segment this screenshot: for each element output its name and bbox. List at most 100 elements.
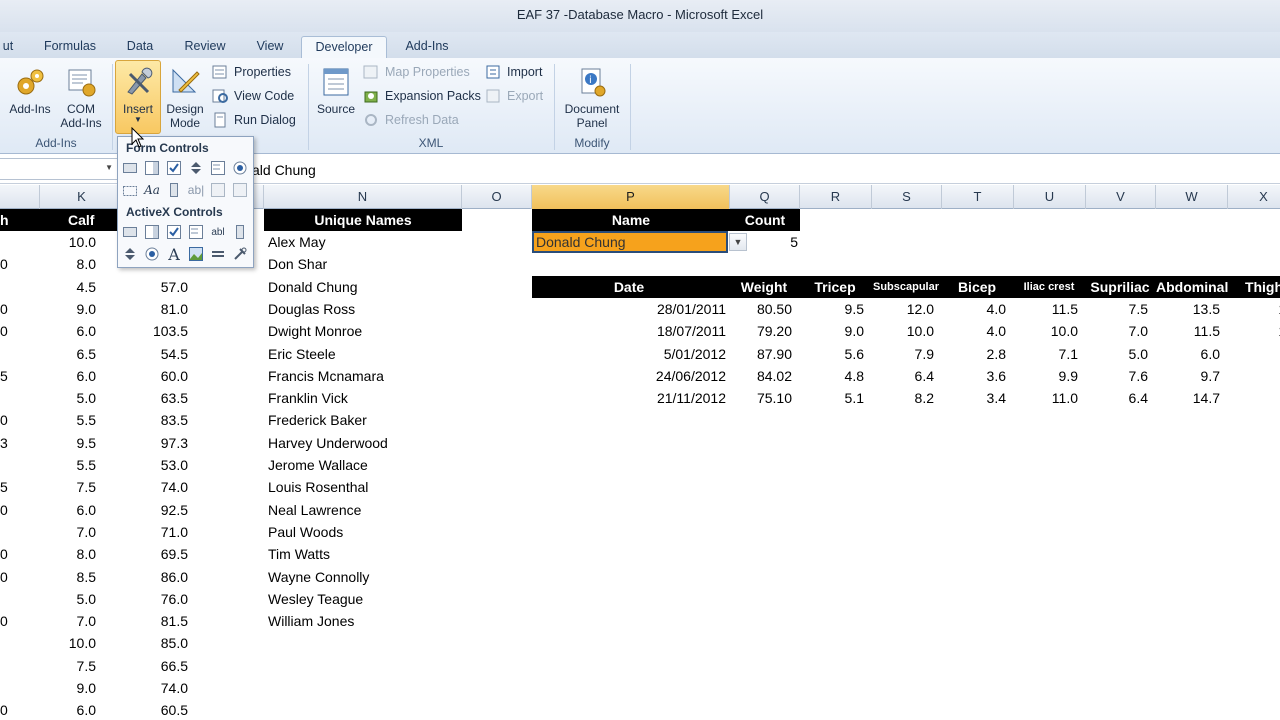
run-dialog-button[interactable]: Run Dialog xyxy=(212,111,296,129)
column-header-v[interactable]: V xyxy=(1086,185,1156,209)
option-button-icon[interactable] xyxy=(231,159,249,177)
records-cell[interactable]: 75.10 xyxy=(730,387,792,409)
view-code-button[interactable]: View Code xyxy=(212,87,294,105)
records-cell[interactable]: 4.0 xyxy=(942,298,1006,320)
records-cell[interactable]: 8.2 xyxy=(872,387,934,409)
column-m-cell[interactable]: 53.0 xyxy=(124,454,188,476)
records-cell[interactable]: 7.0 xyxy=(1086,320,1148,342)
records-cell[interactable]: 14 xyxy=(1228,298,1280,320)
partial-cell[interactable] xyxy=(0,231,6,253)
design-mode-button[interactable]: Design Mode xyxy=(162,66,208,130)
calf-cell[interactable]: 5.0 xyxy=(40,588,96,610)
partial-cell[interactable]: 0 xyxy=(0,499,8,521)
worksheet-grid[interactable]: h Calf Unique Names Name Count 10.0 0 8.0 4… xyxy=(0,209,1280,720)
column-m-cell[interactable]: 76.0 xyxy=(124,588,188,610)
records-cell[interactable]: 10.0 xyxy=(1014,320,1078,342)
unique-name-cell[interactable]: Don Shar xyxy=(268,253,327,275)
partial-cell[interactable] xyxy=(0,387,6,409)
records-cell[interactable]: 7.5 xyxy=(1086,298,1148,320)
records-cell[interactable]: 12 xyxy=(1228,320,1280,342)
unique-name-cell[interactable]: Louis Rosenthal xyxy=(268,476,368,498)
records-cell[interactable]: 14.7 xyxy=(1156,387,1220,409)
partial-cell[interactable] xyxy=(0,454,6,476)
tab-review[interactable]: Review xyxy=(178,36,232,58)
activex-label-icon[interactable]: A xyxy=(165,245,183,264)
source-button[interactable]: Source xyxy=(314,66,358,116)
calf-cell[interactable]: 6.5 xyxy=(40,343,96,365)
unique-name-cell[interactable]: Dwight Monroe xyxy=(268,320,362,342)
column-m-cell[interactable]: 69.5 xyxy=(124,543,188,565)
column-m-cell[interactable]: 74.0 xyxy=(124,476,188,498)
calf-cell[interactable]: 9.0 xyxy=(40,298,96,320)
records-cell[interactable]: 84.02 xyxy=(730,365,792,387)
records-cell[interactable]: 3.4 xyxy=(942,387,1006,409)
calf-cell[interactable]: 5.5 xyxy=(40,409,96,431)
combo-list-icon[interactable] xyxy=(209,181,227,199)
unique-name-cell[interactable]: Alex May xyxy=(268,231,326,253)
records-cell[interactable]: 5.0 xyxy=(1086,343,1148,365)
calf-cell[interactable]: 6.0 xyxy=(40,499,96,521)
partial-cell[interactable]: 0 xyxy=(0,699,8,720)
records-cell[interactable]: 7.6 xyxy=(1086,365,1148,387)
activex-spin-icon[interactable] xyxy=(121,245,139,263)
list-box-icon[interactable] xyxy=(209,159,227,177)
records-cell[interactable]: 24/06/2012 xyxy=(532,365,726,387)
unique-name-cell[interactable]: Tim Watts xyxy=(268,543,330,565)
calf-cell[interactable]: 5.5 xyxy=(40,454,96,476)
records-cell[interactable]: 7.9 xyxy=(872,343,934,365)
insert-controls-button[interactable]: Insert ▼ xyxy=(116,66,160,124)
more-controls-icon[interactable] xyxy=(231,245,249,263)
partial-cell[interactable] xyxy=(0,677,6,699)
combo-box-icon[interactable] xyxy=(143,159,161,177)
column-m-cell[interactable]: 60.0 xyxy=(124,365,188,387)
calf-cell[interactable]: 8.0 xyxy=(40,253,96,275)
scroll-bar-icon[interactable] xyxy=(165,181,183,199)
calf-cell[interactable]: 7.0 xyxy=(40,521,96,543)
unique-name-cell[interactable]: Wesley Teague xyxy=(268,588,363,610)
activex-toggle-icon[interactable] xyxy=(209,245,227,263)
calf-cell[interactable]: 6.0 xyxy=(40,320,96,342)
records-cell[interactable]: 9.5 xyxy=(800,298,864,320)
column-m-cell[interactable]: 85.0 xyxy=(124,632,188,654)
column-m-cell[interactable]: 74.0 xyxy=(124,677,188,699)
column-m-cell[interactable]: 54.5 xyxy=(124,343,188,365)
records-cell[interactable]: 21/11/2012 xyxy=(532,387,726,409)
activex-check-icon[interactable] xyxy=(165,223,183,241)
text-field-icon[interactable]: ab| xyxy=(187,181,205,199)
records-cell[interactable]: 12.0 xyxy=(872,298,934,320)
column-header-p[interactable]: P xyxy=(532,185,730,209)
calf-cell[interactable]: 6.0 xyxy=(40,699,96,720)
records-cell[interactable]: 6.4 xyxy=(1086,387,1148,409)
calf-cell[interactable]: 8.0 xyxy=(40,543,96,565)
records-cell[interactable]: 6.4 xyxy=(872,365,934,387)
unique-name-cell[interactable]: Jerome Wallace xyxy=(268,454,368,476)
records-cell[interactable]: 11.0 xyxy=(1014,387,1078,409)
tab-add-ins[interactable]: Add-Ins xyxy=(398,36,456,58)
column-header-n[interactable]: N xyxy=(264,185,462,209)
column-header-t[interactable]: T xyxy=(942,185,1014,209)
partial-cell[interactable] xyxy=(0,632,6,654)
column-m-cell[interactable]: 63.5 xyxy=(124,387,188,409)
formula-input[interactable]: ald Chung xyxy=(252,160,316,180)
unique-name-cell[interactable]: William Jones xyxy=(268,610,354,632)
column-m-cell[interactable]: 81.0 xyxy=(124,298,188,320)
partial-cell[interactable]: 5 xyxy=(0,476,8,498)
records-cell[interactable]: 5/01/2012 xyxy=(532,343,726,365)
records-cell[interactable]: 79.20 xyxy=(730,320,792,342)
records-cell[interactable]: 5.1 xyxy=(800,387,864,409)
partial-cell[interactable]: 0 xyxy=(0,543,8,565)
column-header-u[interactable]: U xyxy=(1014,185,1086,209)
document-panel-button[interactable]: i Document Panel xyxy=(558,66,626,130)
records-cell[interactable]: 4.8 xyxy=(800,365,864,387)
group-box-icon[interactable] xyxy=(121,181,139,199)
calf-cell[interactable]: 10.0 xyxy=(40,632,96,654)
calf-cell[interactable]: 4.5 xyxy=(40,276,96,298)
column-header-x[interactable]: X xyxy=(1228,185,1280,209)
activex-option-icon[interactable] xyxy=(143,245,161,263)
records-cell[interactable]: 9.7 xyxy=(1156,365,1220,387)
column-header-o[interactable]: O xyxy=(462,185,532,209)
unique-name-cell[interactable]: Harvey Underwood xyxy=(268,432,388,454)
column-m-cell[interactable]: 60.5 xyxy=(124,699,188,720)
unique-name-cell[interactable]: Eric Steele xyxy=(268,343,336,365)
column-header-r[interactable]: R xyxy=(800,185,872,209)
